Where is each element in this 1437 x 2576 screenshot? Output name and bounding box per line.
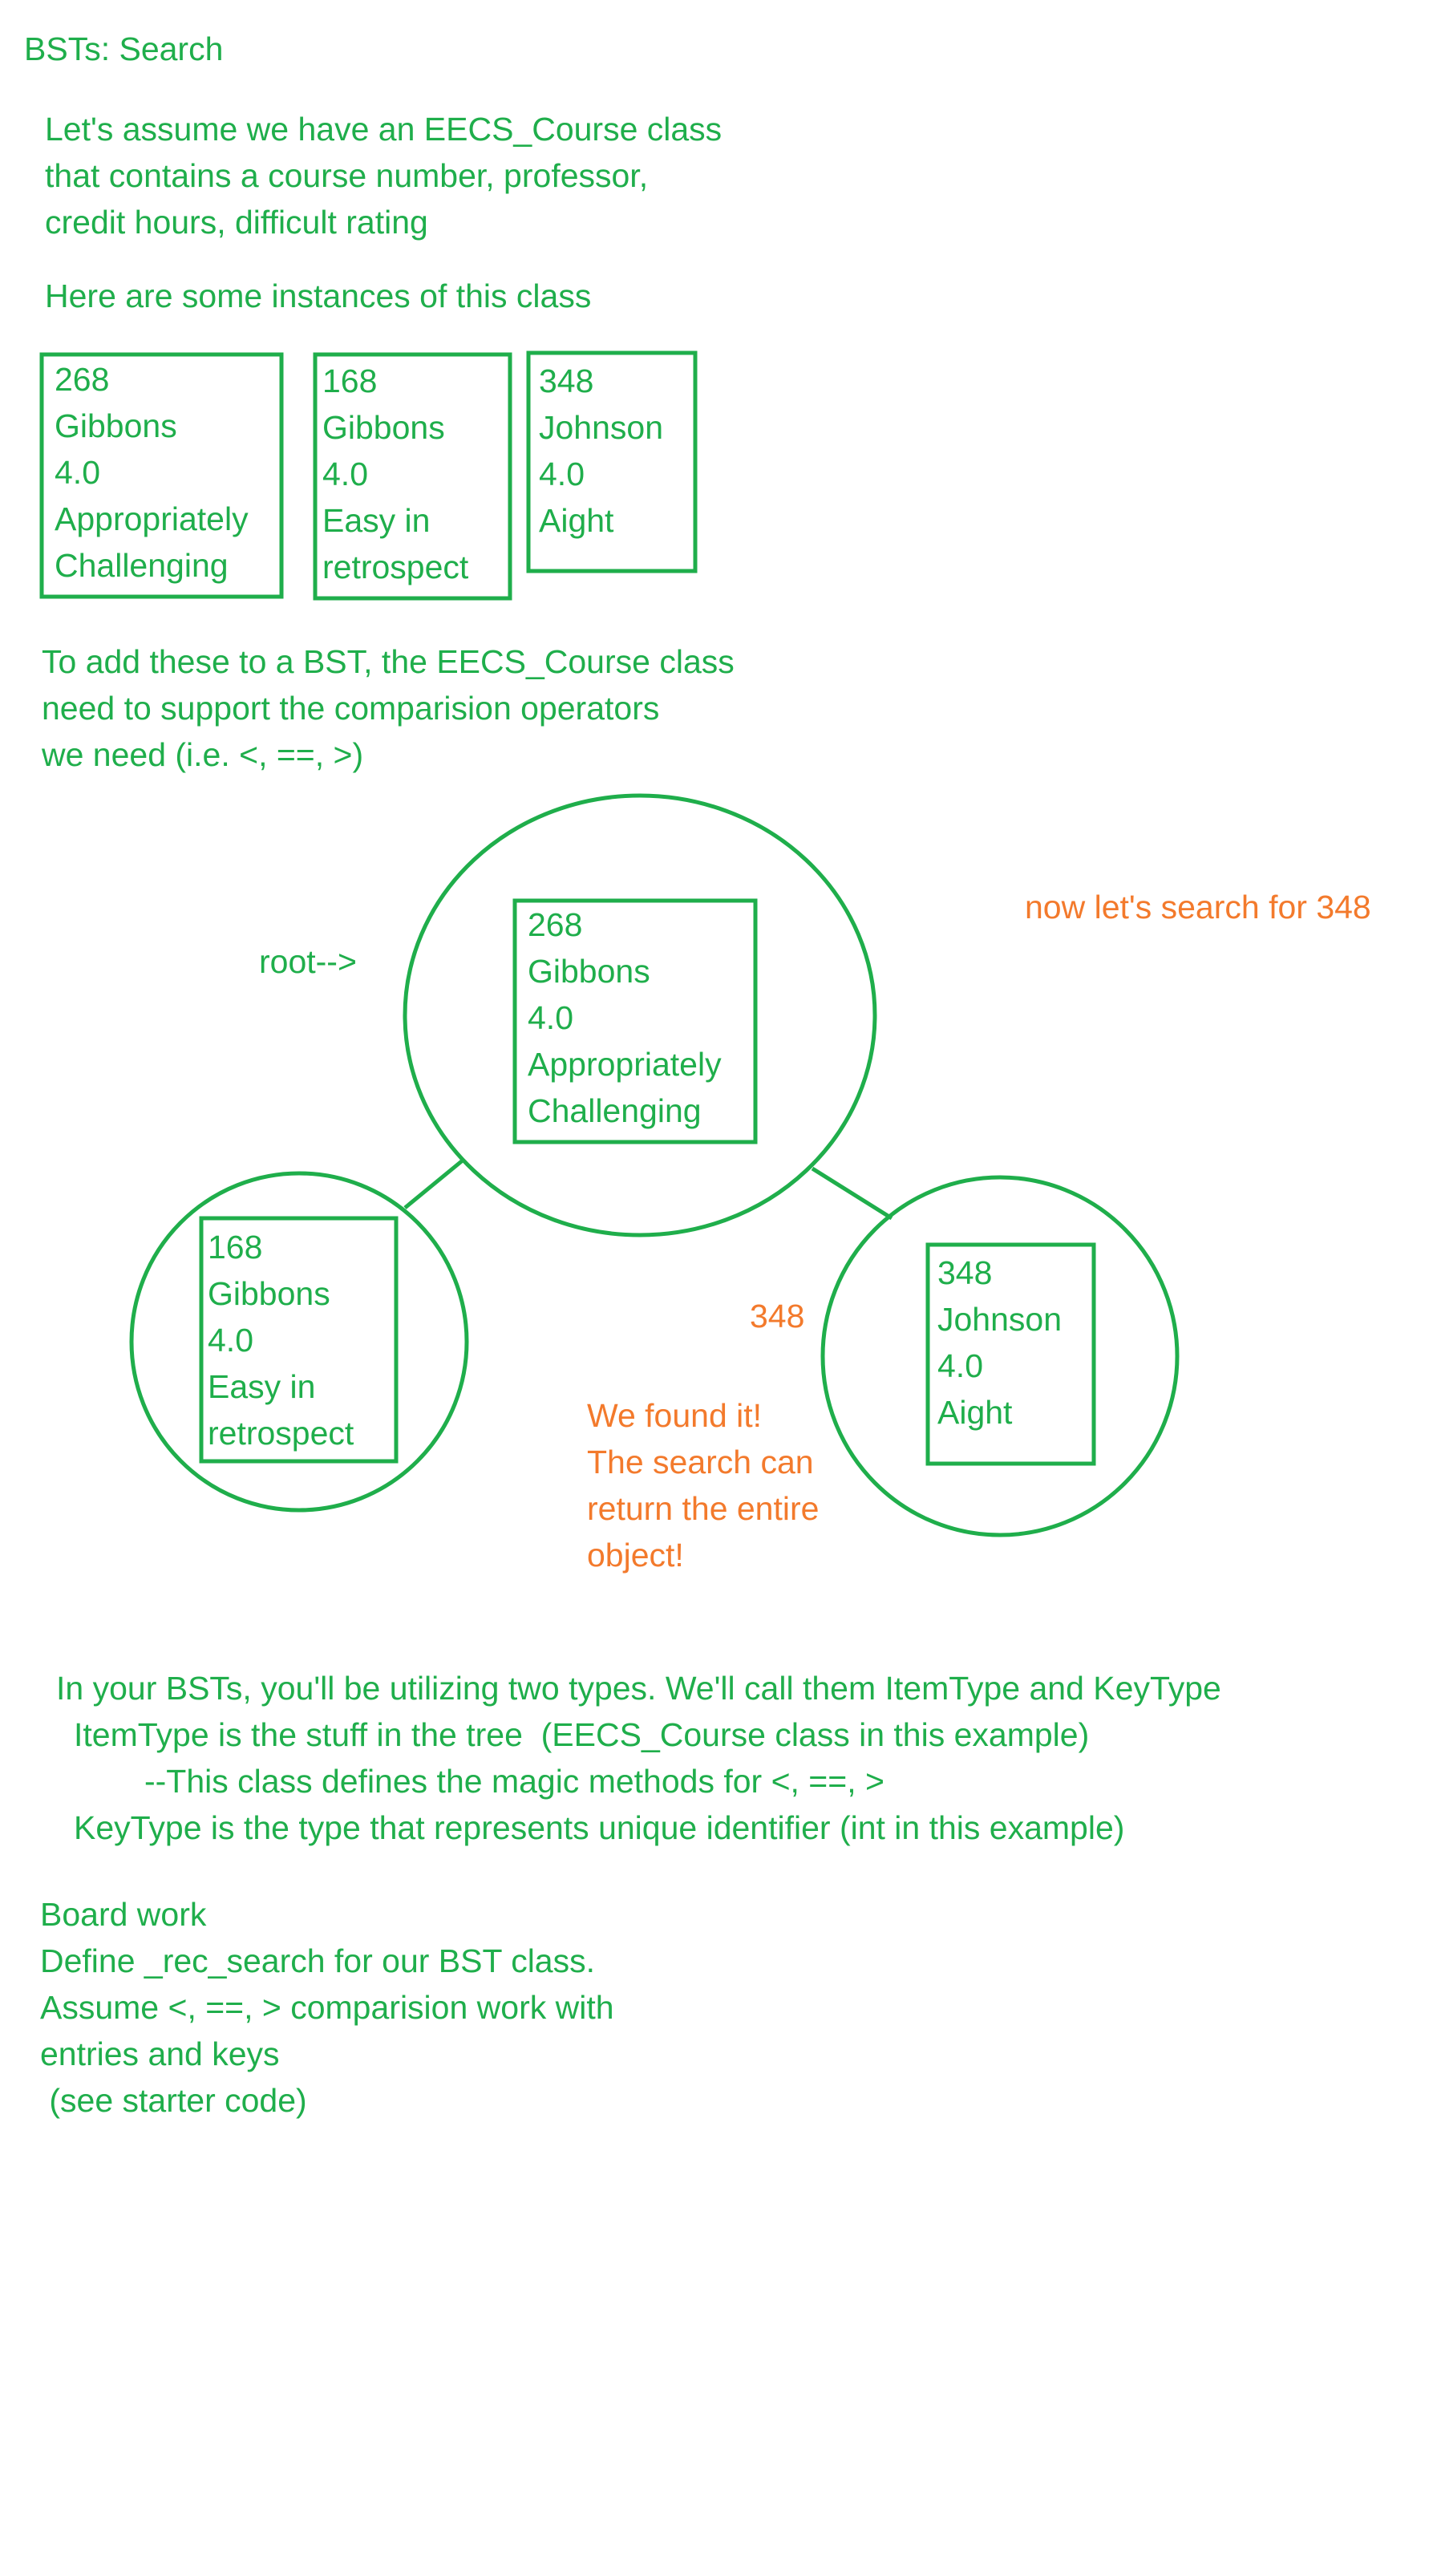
- tree-edge-left: [403, 1158, 465, 1209]
- instances-heading: Here are some instances of this class: [45, 277, 592, 314]
- node-credits: 4.0: [208, 1322, 253, 1359]
- board-work-line-4: entries and keys: [40, 2035, 280, 2072]
- node-rating: retrospect: [208, 1415, 354, 1452]
- intro-line-2: that contains a course number, professor…: [45, 157, 649, 194]
- add-note-line-1: To add these to a BST, the EECS_Course c…: [42, 643, 735, 680]
- instance-rating: retrospect: [322, 549, 469, 585]
- types-note-line-1: In your BSTs, you'll be utilizing two ty…: [56, 1670, 1221, 1707]
- instance-credits: 4.0: [539, 456, 585, 492]
- instance-rating: Appropriately: [55, 500, 249, 537]
- instance-number: 348: [539, 363, 594, 399]
- intro-line-1: Let's assume we have an EECS_Course clas…: [45, 111, 723, 148]
- intro-line-3: credit hours, difficult rating: [45, 204, 428, 241]
- instance-rating: Easy in: [322, 502, 431, 539]
- instance-professor: Gibbons: [55, 407, 177, 444]
- add-note-line-2: need to support the comparision operator…: [42, 690, 660, 727]
- node-credits: 4.0: [937, 1347, 983, 1384]
- search-note: now let's search for 348: [1025, 889, 1371, 925]
- node-number: 168: [208, 1229, 263, 1266]
- instance-credits: 4.0: [55, 454, 100, 491]
- node-credits: 4.0: [528, 999, 573, 1036]
- tree-node-right-circle: [820, 1175, 1180, 1537]
- node-rating: Challenging: [528, 1092, 702, 1129]
- page-title: BSTs: Search: [24, 30, 224, 67]
- instance-rating: Challenging: [55, 547, 229, 584]
- node-professor: Johnson: [937, 1301, 1063, 1338]
- node-professor: Gibbons: [208, 1275, 330, 1312]
- instance-professor: Gibbons: [322, 409, 445, 446]
- found-note-line-4: object!: [587, 1537, 684, 1574]
- add-note-line-3: we need (i.e. <, ==, >): [42, 736, 364, 773]
- instance-rating: Aight: [539, 502, 614, 539]
- instance-number: 268: [55, 361, 110, 398]
- tree-node-root-circle: [403, 793, 877, 1237]
- types-note-line-4: KeyType is the type that represents uniq…: [74, 1809, 1125, 1846]
- instance-professor: Johnson: [539, 409, 664, 446]
- node-number: 268: [528, 906, 583, 943]
- root-pointer-label: root-->: [259, 943, 357, 980]
- found-note-line-3: return the entire: [587, 1490, 820, 1527]
- board-work-line-3: Assume <, ==, > comparision work with: [40, 1989, 614, 2026]
- types-note-line-2: ItemType is the stuff in the tree (EECS_…: [74, 1716, 1090, 1753]
- tree-edge-right: [811, 1166, 893, 1221]
- node-professor: Gibbons: [528, 953, 650, 990]
- node-rating: Appropriately: [528, 1046, 722, 1083]
- board-work-line-1: Board work: [40, 1896, 207, 1933]
- instance-number: 168: [322, 363, 378, 399]
- found-note-line-2: The search can: [587, 1444, 814, 1480]
- board-work-line-2: Define _rec_search for our BST class.: [40, 1942, 595, 1979]
- node-number: 348: [937, 1254, 993, 1291]
- search-key-label: 348: [750, 1298, 805, 1335]
- instance-credits: 4.0: [322, 456, 368, 492]
- found-note-line-1: We found it!: [587, 1397, 763, 1434]
- node-rating: Easy in: [208, 1368, 316, 1405]
- types-note-line-3: --This class defines the magic methods f…: [144, 1763, 884, 1800]
- node-rating: Aight: [937, 1394, 1013, 1431]
- board-work-line-5: (see starter code): [40, 2082, 307, 2119]
